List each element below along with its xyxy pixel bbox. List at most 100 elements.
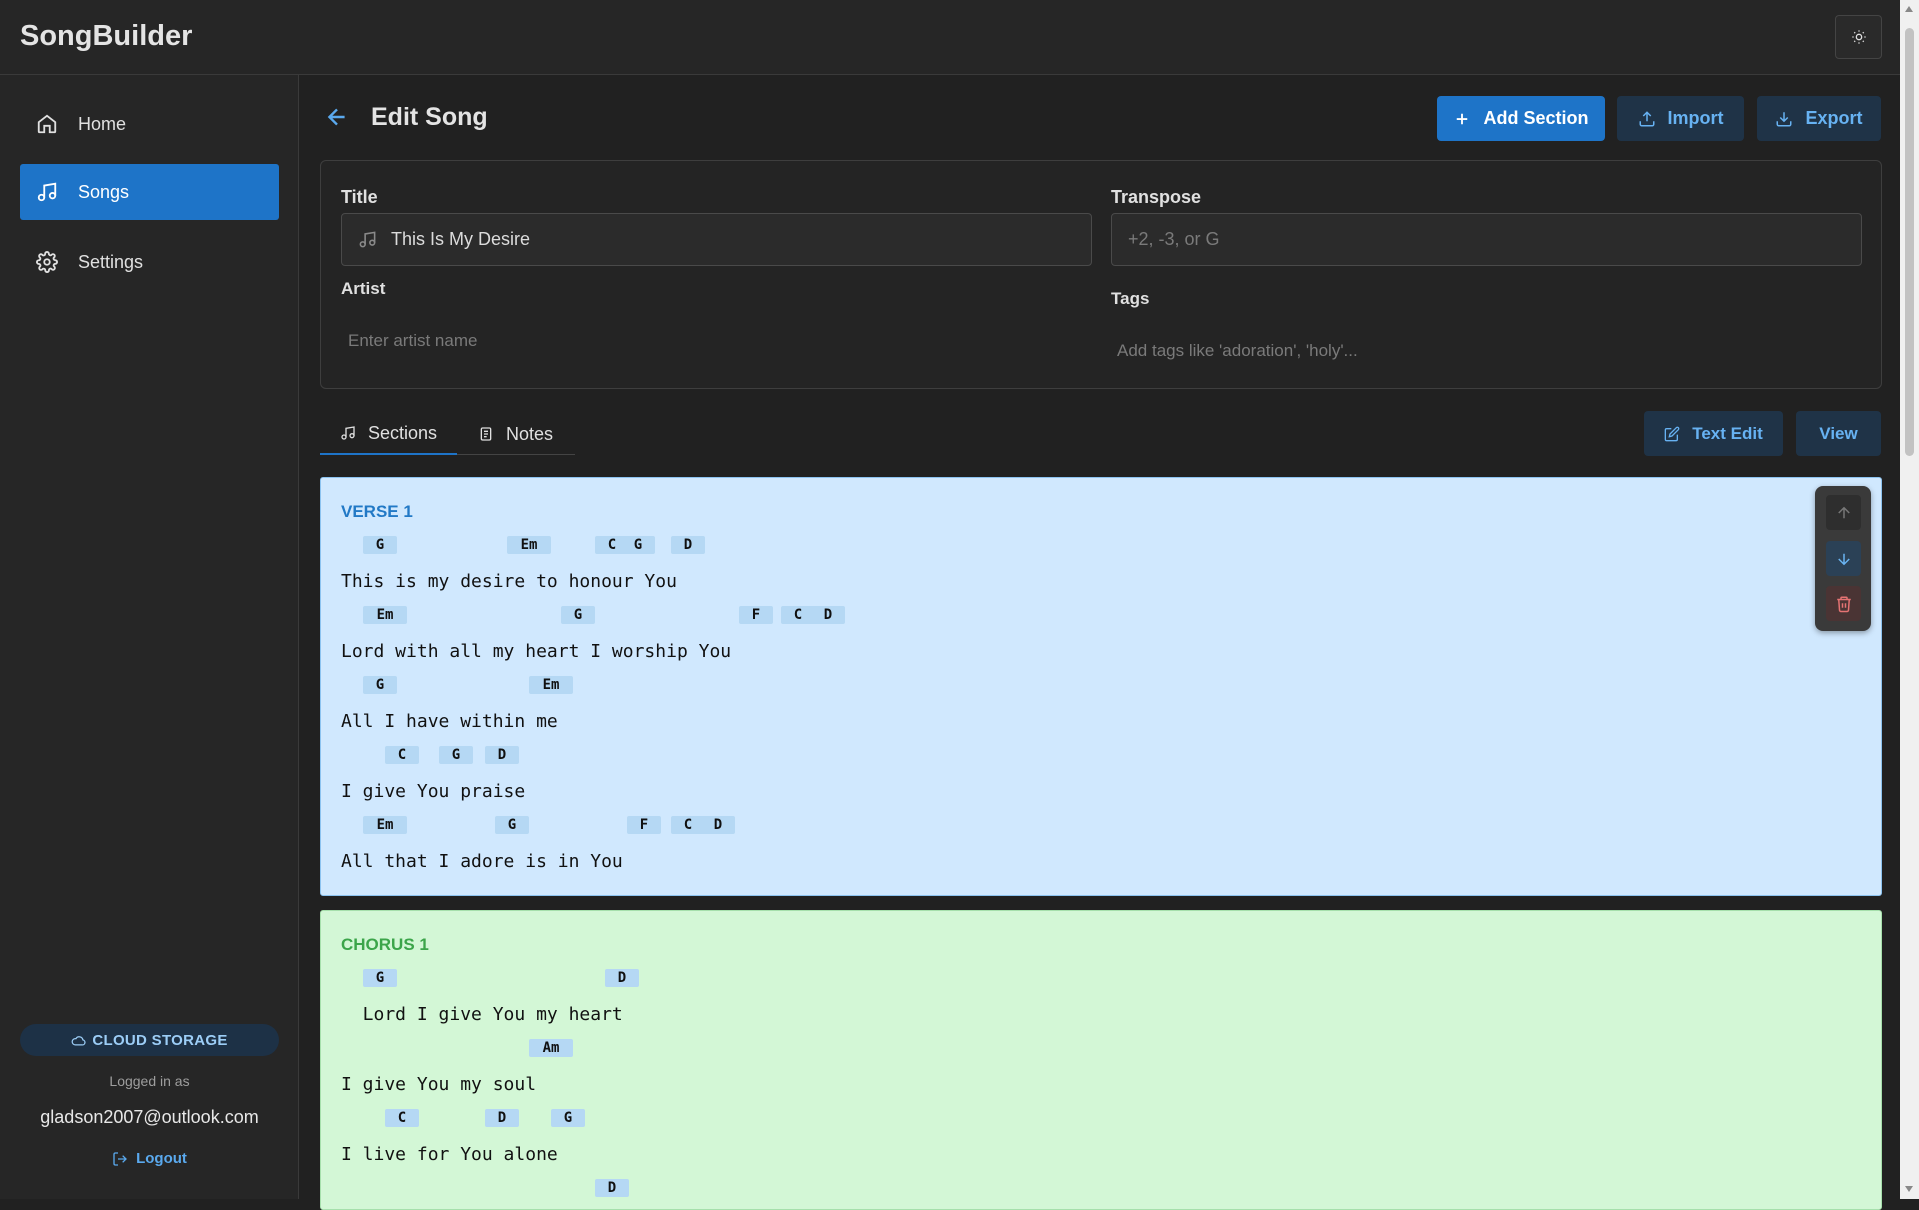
title-label: Title: [341, 187, 378, 207]
logout-button[interactable]: Logout: [0, 1150, 299, 1167]
chord[interactable]: C: [385, 746, 419, 764]
arrow-left-icon: [327, 108, 345, 126]
scroll-down-arrow[interactable]: [1905, 1186, 1913, 1192]
move-up-button[interactable]: [1826, 495, 1861, 530]
delete-section-button[interactable]: [1826, 586, 1861, 621]
top-bar: SongBuilder: [0, 0, 1900, 75]
tab-notes-label: Notes: [506, 423, 554, 444]
chord[interactable]: G: [439, 746, 473, 764]
section-actions-panel: [1815, 486, 1871, 631]
move-down-button[interactable]: [1826, 541, 1861, 576]
scrollbar-thumb[interactable]: [1905, 28, 1914, 456]
export-label: Export: [1805, 108, 1863, 128]
lyric-line[interactable]: All that I adore is in You: [341, 851, 623, 872]
chord[interactable]: Em: [507, 536, 551, 554]
lyric-line[interactable]: I give You my soul: [341, 1074, 536, 1095]
gear-icon: [36, 250, 60, 274]
chord[interactable]: F: [739, 606, 773, 624]
tab-sections-label: Sections: [368, 422, 438, 443]
logout-icon: [112, 1151, 128, 1167]
tab-sections[interactable]: Sections: [320, 413, 457, 455]
text-edit-label: Text Edit: [1692, 423, 1763, 443]
logged-in-label: Logged in as: [109, 1073, 190, 1089]
chord[interactable]: F: [627, 816, 661, 834]
sidebar-item-label: Songs: [78, 181, 130, 202]
text-edit-button[interactable]: Text Edit: [1644, 411, 1783, 456]
sidebar-item-settings[interactable]: Settings: [20, 234, 279, 290]
logout-label: Logout: [136, 1150, 187, 1167]
lyric-line[interactable]: All I have within me: [341, 711, 558, 732]
chord[interactable]: G: [495, 816, 529, 834]
section-verse-1[interactable]: VERSE 1 G Em C G D This is my desire to …: [320, 477, 1882, 896]
upload-icon: [1638, 110, 1656, 128]
home-icon: [36, 112, 60, 136]
chord[interactable]: Em: [363, 816, 407, 834]
chord[interactable]: C: [385, 1109, 419, 1127]
scroll-up-arrow[interactable]: [1905, 6, 1913, 12]
lyric-line[interactable]: Lord I give You my heart: [341, 1004, 623, 1025]
chord[interactable]: D: [811, 606, 845, 624]
chord[interactable]: C: [671, 816, 705, 834]
transpose-label: Transpose: [1111, 187, 1202, 207]
chord[interactable]: G: [551, 1109, 585, 1127]
section-title: CHORUS 1: [341, 935, 429, 954]
song-details-card: Title This Is My Desire Artist Enter art…: [320, 160, 1882, 389]
chord[interactable]: Em: [529, 676, 573, 694]
chord[interactable]: D: [701, 816, 735, 834]
title-input[interactable]: This Is My Desire: [341, 213, 1092, 266]
chord[interactable]: D: [671, 536, 705, 554]
chord[interactable]: G: [363, 536, 397, 554]
document-icon: [478, 426, 494, 442]
chord[interactable]: Am: [529, 1039, 573, 1057]
view-button[interactable]: View: [1796, 411, 1881, 456]
lyric-line[interactable]: I give You praise: [341, 781, 525, 802]
chord[interactable]: G: [621, 536, 655, 554]
sun-icon: [1851, 30, 1866, 44]
sidebar-item-label: Settings: [78, 251, 144, 272]
artist-input[interactable]: Enter artist name: [348, 331, 477, 351]
section-tabs: Sections Notes: [320, 413, 575, 455]
section-title: VERSE 1: [341, 502, 413, 521]
cloud-storage-badge: CLOUD STORAGE: [20, 1024, 279, 1056]
edit-icon: [1664, 426, 1680, 442]
chord[interactable]: D: [605, 969, 639, 987]
sidebar-item-home[interactable]: Home: [20, 96, 279, 152]
view-label: View: [1819, 423, 1858, 443]
add-section-button[interactable]: Add Section: [1437, 96, 1605, 141]
lyric-line[interactable]: Lord with all my heart I worship You: [341, 641, 731, 662]
add-section-label: Add Section: [1483, 108, 1589, 128]
import-label: Import: [1667, 108, 1724, 128]
import-button[interactable]: Import: [1617, 96, 1744, 141]
artist-label: Artist: [341, 279, 386, 298]
chord[interactable]: C: [781, 606, 815, 624]
section-chorus-1[interactable]: CHORUS 1 G D Lord I give You my heart Am…: [320, 910, 1882, 1210]
app-title: SongBuilder: [20, 20, 193, 52]
chord[interactable]: G: [363, 969, 397, 987]
page-scrollbar[interactable]: [1900, 0, 1919, 1199]
chord[interactable]: G: [363, 676, 397, 694]
arrow-down-icon: [1837, 553, 1850, 565]
chord[interactable]: D: [595, 1179, 629, 1197]
chord[interactable]: D: [485, 746, 519, 764]
theme-toggle-button[interactable]: [1835, 15, 1882, 59]
export-button[interactable]: Export: [1757, 96, 1881, 141]
cloud-storage-label: CLOUD STORAGE: [92, 1031, 228, 1049]
lyric-line[interactable]: I live for You alone: [341, 1144, 558, 1165]
arrow-up-icon: [1837, 506, 1850, 518]
sidebar-item-songs[interactable]: Songs: [20, 164, 279, 220]
chord[interactable]: G: [561, 606, 595, 624]
chord[interactable]: Em: [363, 606, 407, 624]
page-title: Edit Song: [371, 103, 488, 131]
title-value: This Is My Desire: [391, 229, 531, 249]
trash-icon: [1836, 596, 1851, 612]
tab-notes[interactable]: Notes: [478, 413, 553, 455]
tags-input[interactable]: Add tags like 'adoration', 'holy'...: [1117, 341, 1358, 361]
cloud-icon: [71, 1033, 86, 1048]
lyric-line[interactable]: This is my desire to honour You: [341, 571, 677, 592]
download-icon: [1775, 110, 1793, 128]
back-button[interactable]: [323, 103, 351, 131]
music-note-icon: [358, 230, 377, 249]
transpose-input[interactable]: +2, -3, or G: [1111, 213, 1862, 266]
chord[interactable]: D: [485, 1109, 519, 1127]
user-email: gladson2007@outlook.com: [40, 1107, 259, 1127]
